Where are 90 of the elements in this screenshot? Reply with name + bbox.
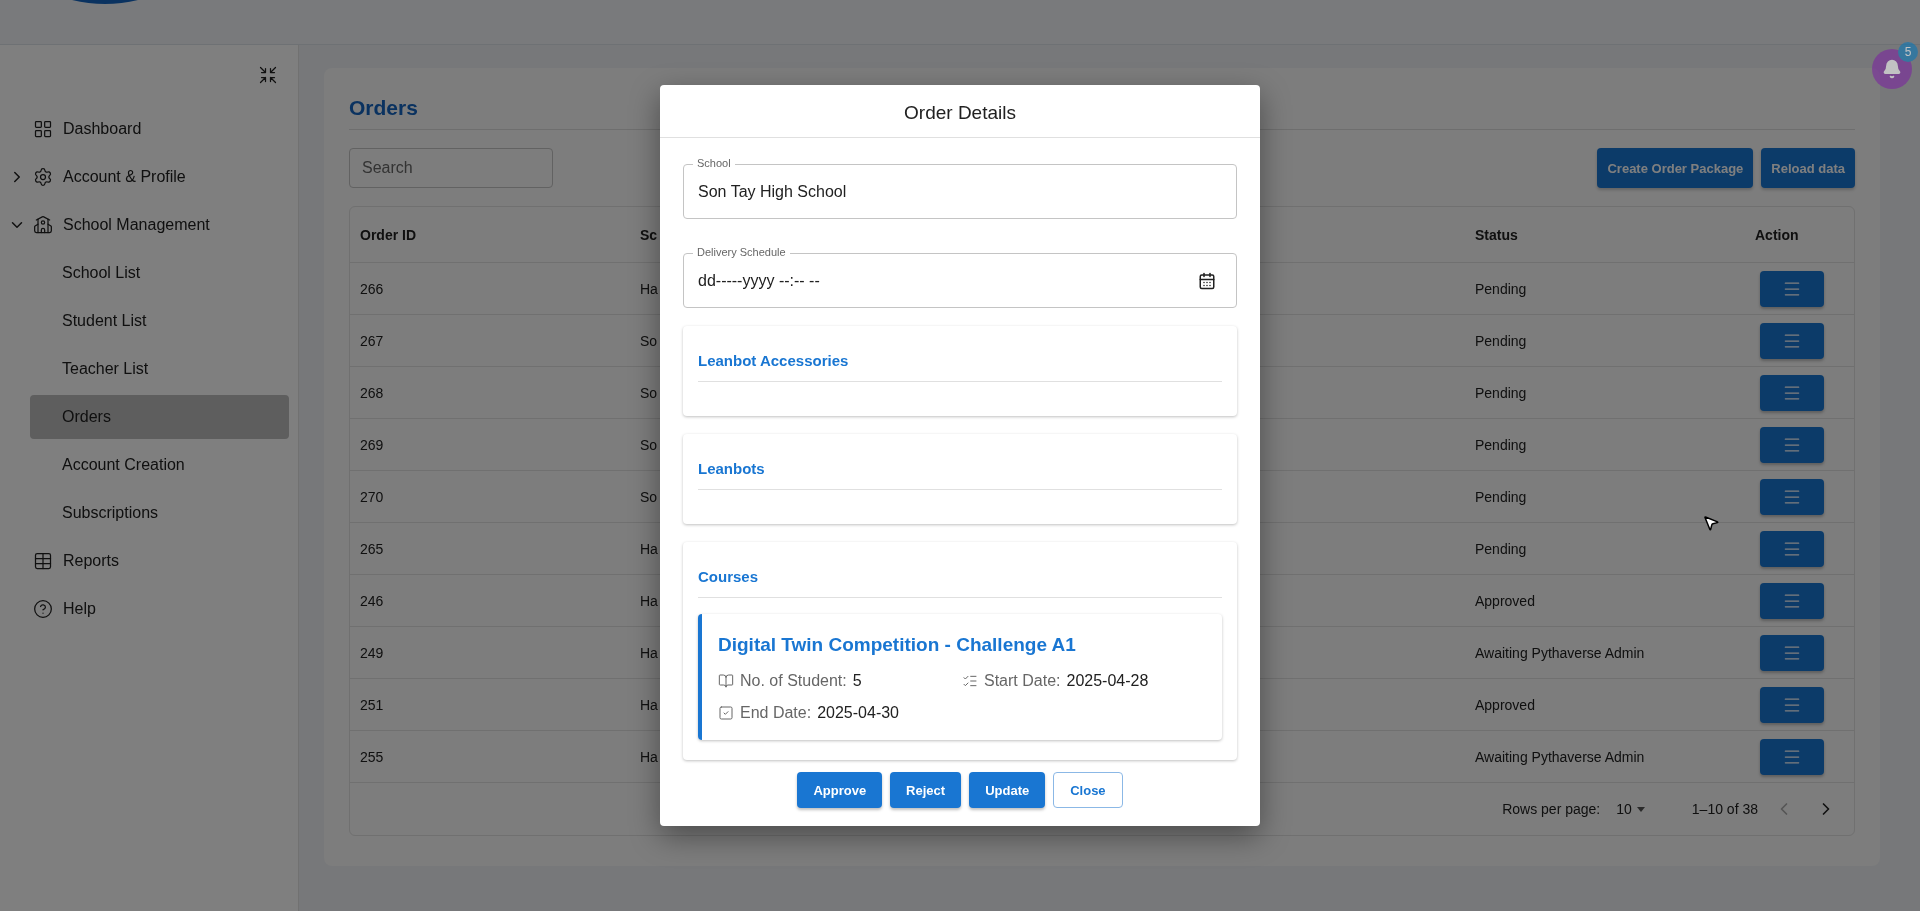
menu-button[interactable]: [1760, 686, 1824, 723]
detail-value: 2025-04-30: [817, 704, 899, 722]
menu-button[interactable]: [1760, 270, 1824, 307]
table-cell-text: Pending: [1474, 280, 1527, 297]
checklist-icon: [962, 673, 978, 689]
table-cell-text: Ha: [639, 644, 658, 661]
table-cell-text: Pending: [1474, 384, 1527, 401]
school-icon: [33, 215, 53, 235]
section-title: Courses: [698, 562, 1222, 598]
dialog-button[interactable]: Approve: [797, 772, 883, 808]
column-header: Sc: [639, 226, 658, 243]
table-cell-text: So: [639, 332, 658, 349]
section-title: Leanbots: [698, 454, 1222, 490]
table-cell-text: So: [639, 436, 658, 453]
menu-button[interactable]: [1760, 634, 1824, 671]
table-cell-text: Awaiting Pythaverse Admin: [1474, 644, 1645, 661]
sidebar-item[interactable]: Account Creation: [30, 443, 289, 487]
sidebar-item[interactable]: Help: [30, 587, 289, 631]
sidebar-item[interactable]: School List: [30, 251, 289, 295]
table-cell-text: 265: [359, 540, 384, 557]
search-field[interactable]: Search: [349, 148, 553, 188]
table-cell-text: Ha: [639, 748, 658, 765]
help-icon: [33, 599, 53, 619]
table-cell-text: Pending: [1474, 488, 1527, 505]
sidebar-item[interactable]: Account & Profile: [30, 155, 289, 199]
table-cell-text: 249: [359, 644, 384, 661]
checkbox-icon: [718, 705, 734, 721]
table-cell-text: Ha: [639, 696, 658, 713]
detail-label: Start Date:: [984, 672, 1061, 690]
sidebar-item[interactable]: Student List: [30, 299, 289, 343]
bell-icon: [1882, 59, 1902, 79]
table-cell-text: Approved: [1474, 696, 1535, 713]
dialog-button[interactable]: Update: [969, 772, 1046, 808]
sidebar-item[interactable]: Dashboard: [30, 107, 289, 151]
detail-value: 2025-04-28: [1066, 672, 1149, 690]
toolbar-button[interactable]: Reload data: [1761, 148, 1855, 188]
section-title: Leanbot Accessories: [698, 346, 1222, 382]
sidebar-item[interactable]: Orders: [30, 395, 289, 439]
table-cell-text: 255: [359, 748, 384, 765]
table-cell-text: 269: [359, 436, 384, 453]
menu-button[interactable]: [1760, 582, 1824, 619]
table-cell-text: Approved: [1474, 592, 1535, 609]
dialog-button[interactable]: Close: [1053, 772, 1123, 808]
menu-button[interactable]: [1760, 478, 1824, 515]
dialog-button[interactable]: Reject: [890, 772, 962, 808]
detail-label: End Date:: [740, 704, 812, 722]
toolbar-button[interactable]: Create Order Package: [1597, 148, 1754, 188]
menu-button[interactable]: [1760, 426, 1824, 463]
table-icon: [33, 551, 53, 571]
detail-value: 5: [852, 672, 862, 690]
menu-button[interactable]: [1760, 322, 1824, 359]
page-range: 1–10 of 38: [1691, 801, 1758, 817]
detail-label: No. of Student:: [740, 672, 847, 690]
dashboard-icon: [33, 119, 53, 139]
settings-icon: [33, 167, 53, 187]
table-cell-text: 246: [359, 592, 384, 609]
cursor-icon: [1702, 514, 1720, 532]
table-cell-text: Pending: [1474, 540, 1527, 557]
rows-per-page-select[interactable]: 10: [1610, 800, 1654, 818]
table-cell-text: 266: [359, 280, 384, 297]
menu-button[interactable]: [1760, 738, 1824, 775]
book-icon: [718, 673, 734, 689]
table-cell-text: So: [639, 384, 658, 401]
table-cell-text: Ha: [639, 592, 658, 609]
table-cell-text: Awaiting Pythaverse Admin: [1474, 748, 1645, 765]
table-cell-text: So: [639, 488, 658, 505]
course-title: Digital Twin Competition - Challenge A1: [718, 634, 1077, 656]
table-cell-text: 251: [359, 696, 384, 713]
column-header: Status: [1474, 226, 1518, 243]
collapse-icon[interactable]: [258, 65, 278, 85]
calendar-icon: [1198, 271, 1216, 290]
table-cell-text: Ha: [639, 540, 658, 557]
rows-per-page-label: Rows per page:: [1502, 801, 1601, 817]
sidebar-item[interactable]: Subscriptions: [30, 491, 289, 535]
column-header: Action: [1754, 226, 1799, 243]
sidebar-item[interactable]: Reports: [30, 539, 289, 583]
table-cell-text: 268: [359, 384, 384, 401]
notification-badge: 5: [1898, 42, 1918, 62]
table-cell-text: 267: [359, 332, 384, 349]
column-header: Order ID: [359, 226, 416, 243]
menu-button[interactable]: [1760, 530, 1824, 567]
sidebar-item[interactable]: School Management: [30, 203, 289, 247]
table-cell-text: Ha: [639, 280, 658, 297]
sidebar-item[interactable]: Teacher List: [30, 347, 289, 391]
table-cell-text: Pending: [1474, 436, 1527, 453]
table-cell-text: 270: [359, 488, 384, 505]
table-cell-text: Pending: [1474, 332, 1527, 349]
dialog-title: Order Details: [660, 85, 1260, 138]
notification-button[interactable]: [1872, 49, 1912, 89]
menu-button[interactable]: [1760, 374, 1824, 411]
